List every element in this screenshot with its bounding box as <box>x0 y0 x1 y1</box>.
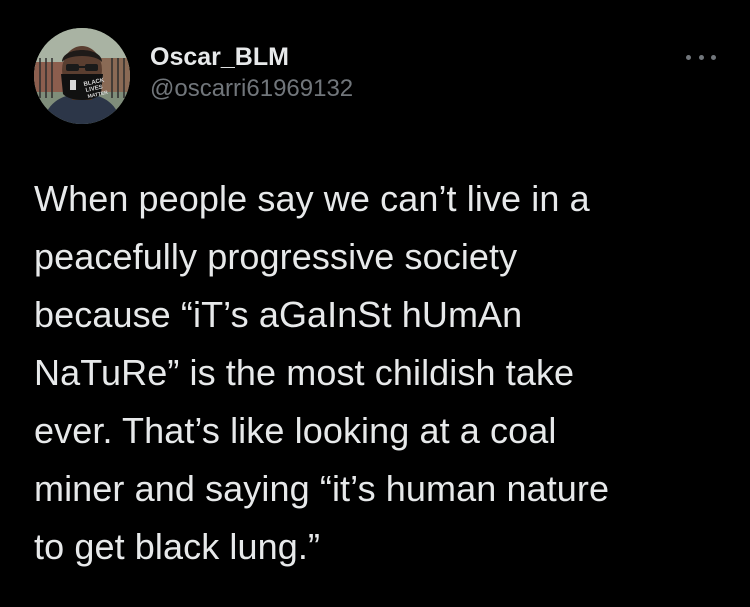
more-dot <box>711 54 716 60</box>
tweet-text: When people say we can’t live in a peace… <box>34 178 610 567</box>
tweet-header: BLACK LIVES MATTER Oscar_BLM @oscarri619… <box>34 26 353 126</box>
tweet-card: BLACK LIVES MATTER Oscar_BLM @oscarri619… <box>0 0 750 607</box>
more-dot <box>698 54 704 60</box>
more-options-icon[interactable] <box>686 50 716 64</box>
author-names: Oscar_BLM @oscarri61969132 <box>150 41 353 105</box>
author-handle[interactable]: @oscarri61969132 <box>150 73 353 105</box>
more-dot <box>686 54 691 60</box>
author-display-name[interactable]: Oscar_BLM <box>150 41 353 73</box>
profile-photo-icon[interactable]: BLACK LIVES MATTER <box>34 28 130 124</box>
